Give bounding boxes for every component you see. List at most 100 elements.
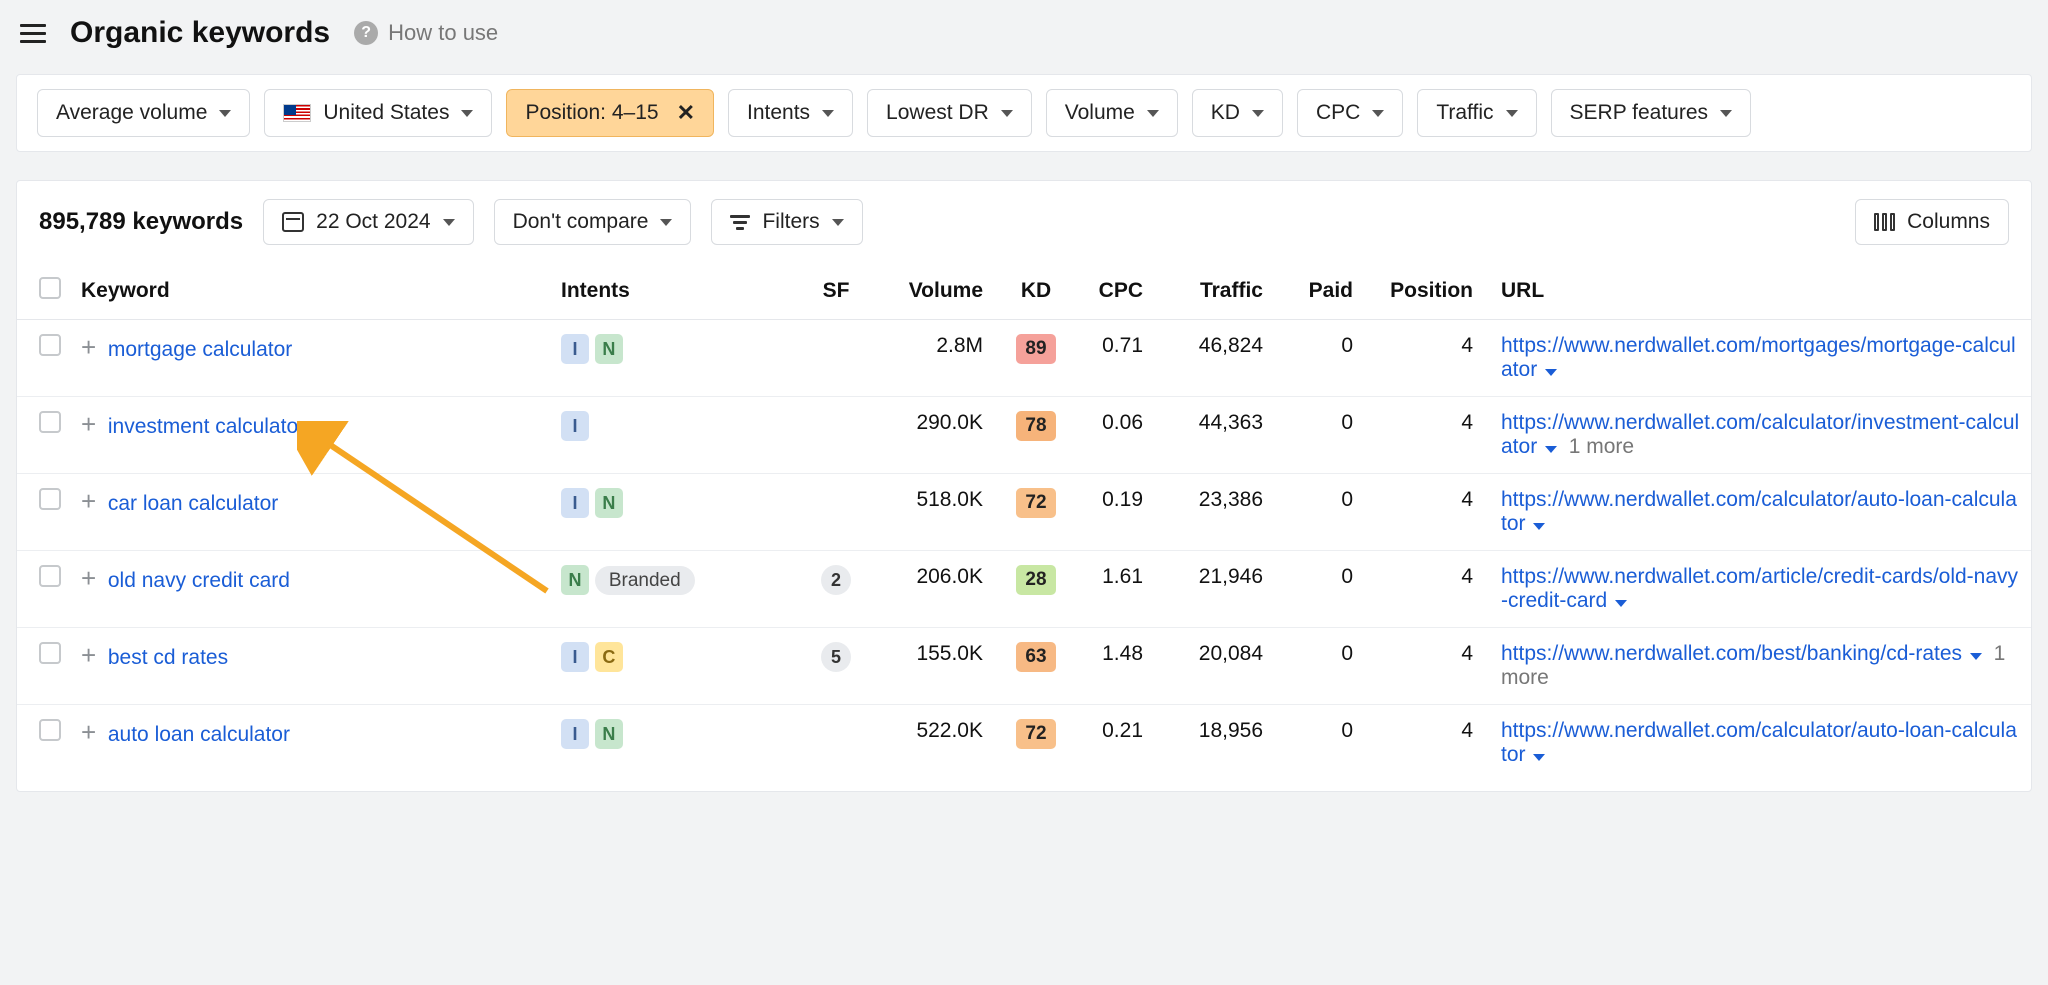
volume-cell: 2.8M: [871, 320, 1001, 397]
filter-kd[interactable]: KD: [1192, 89, 1283, 137]
chevron-down-icon: [1147, 110, 1159, 117]
col-kd[interactable]: KD: [1001, 263, 1071, 320]
columns-icon: [1874, 213, 1895, 231]
filter-icon: [730, 215, 750, 230]
col-volume[interactable]: Volume: [871, 263, 1001, 320]
row-checkbox[interactable]: [39, 642, 61, 664]
kd-badge: 28: [1016, 565, 1056, 595]
more-urls[interactable]: 1 more: [1569, 435, 1634, 458]
volume-cell: 290.0K: [871, 397, 1001, 474]
expand-icon[interactable]: +: [81, 640, 96, 670]
position-cell: 4: [1371, 705, 1491, 782]
cpc-cell: 1.61: [1071, 551, 1161, 628]
row-checkbox[interactable]: [39, 488, 61, 510]
chevron-down-icon: [219, 110, 231, 117]
table-row: + car loan calculatorI N 518.0K720.1923,…: [17, 474, 2031, 551]
col-cpc[interactable]: CPC: [1071, 263, 1161, 320]
url-link[interactable]: https://www.nerdwallet.com/best/banking/…: [1501, 642, 1962, 665]
filter-average-volume[interactable]: Average volume: [37, 89, 250, 137]
col-intents[interactable]: Intents: [551, 263, 801, 320]
col-paid[interactable]: Paid: [1281, 263, 1371, 320]
volume-cell: 206.0K: [871, 551, 1001, 628]
filter-intents[interactable]: Intents: [728, 89, 853, 137]
traffic-cell: 23,386: [1161, 474, 1281, 551]
chevron-down-icon[interactable]: [1533, 523, 1545, 530]
intent-badge: I: [561, 411, 589, 441]
chevron-down-icon[interactable]: [1545, 446, 1557, 453]
compare-dropdown[interactable]: Don't compare: [494, 199, 692, 245]
expand-icon[interactable]: +: [81, 563, 96, 593]
col-position[interactable]: Position: [1371, 263, 1491, 320]
branded-tag: Branded: [595, 566, 695, 595]
traffic-cell: 46,824: [1161, 320, 1281, 397]
keyword-link[interactable]: best cd rates: [108, 646, 228, 669]
columns-button[interactable]: Columns: [1855, 199, 2009, 245]
page-title: Organic keywords: [70, 16, 330, 50]
expand-icon[interactable]: +: [81, 332, 96, 362]
select-all-checkbox[interactable]: [39, 277, 61, 299]
chevron-down-icon: [461, 110, 473, 117]
chevron-down-icon: [1001, 110, 1013, 117]
chevron-down-icon: [1252, 110, 1264, 117]
table-row: + auto loan calculatorI N 522.0K720.2118…: [17, 705, 2031, 782]
filter-serp-features[interactable]: SERP features: [1551, 89, 1752, 137]
kd-badge: 72: [1016, 719, 1056, 749]
filters-button[interactable]: Filters: [711, 199, 862, 245]
volume-cell: 518.0K: [871, 474, 1001, 551]
chevron-down-icon[interactable]: [1970, 653, 1982, 660]
keyword-link[interactable]: investment calculator: [108, 415, 305, 438]
position-cell: 4: [1371, 628, 1491, 705]
expand-icon[interactable]: +: [81, 486, 96, 516]
volume-cell: 155.0K: [871, 628, 1001, 705]
cpc-cell: 0.06: [1071, 397, 1161, 474]
filter-volume[interactable]: Volume: [1046, 89, 1178, 137]
expand-icon[interactable]: +: [81, 717, 96, 747]
url-link[interactable]: https://www.nerdwallet.com/calculator/au…: [1501, 488, 2017, 535]
sf-count[interactable]: 5: [821, 642, 851, 672]
results-panel: 895,789 keywords 22 Oct 2024 Don't compa…: [16, 180, 2032, 792]
chevron-down-icon[interactable]: [1615, 600, 1627, 607]
row-checkbox[interactable]: [39, 719, 61, 741]
url-link[interactable]: https://www.nerdwallet.com/calculator/au…: [1501, 719, 2017, 766]
how-to-use-link[interactable]: ? How to use: [354, 20, 498, 46]
col-traffic[interactable]: Traffic: [1161, 263, 1281, 320]
filter-cpc[interactable]: CPC: [1297, 89, 1403, 137]
intent-badge: C: [595, 642, 623, 672]
url-link[interactable]: https://www.nerdwallet.com/article/credi…: [1501, 565, 2018, 612]
intent-badge: N: [595, 719, 623, 749]
keyword-link[interactable]: auto loan calculator: [108, 723, 290, 746]
position-cell: 4: [1371, 397, 1491, 474]
traffic-cell: 20,084: [1161, 628, 1281, 705]
col-sf[interactable]: SF: [801, 263, 871, 320]
filter-traffic[interactable]: Traffic: [1417, 89, 1536, 137]
sf-count[interactable]: 2: [821, 565, 851, 595]
expand-icon[interactable]: +: [81, 409, 96, 439]
keyword-link[interactable]: mortgage calculator: [108, 338, 292, 361]
filter-lowest-dr[interactable]: Lowest DR: [867, 89, 1032, 137]
row-checkbox[interactable]: [39, 565, 61, 587]
close-icon[interactable]: ✕: [677, 100, 695, 126]
paid-cell: 0: [1281, 474, 1371, 551]
traffic-cell: 18,956: [1161, 705, 1281, 782]
url-link[interactable]: https://www.nerdwallet.com/mortgages/mor…: [1501, 334, 2016, 381]
cpc-cell: 0.71: [1071, 320, 1161, 397]
keyword-link[interactable]: car loan calculator: [108, 492, 278, 515]
position-cell: 4: [1371, 320, 1491, 397]
intent-badge: I: [561, 642, 589, 672]
intent-badge: I: [561, 488, 589, 518]
row-checkbox[interactable]: [39, 334, 61, 356]
hamburger-menu[interactable]: [20, 24, 46, 43]
filter-position-active[interactable]: Position: 4–15 ✕: [506, 89, 714, 137]
row-checkbox[interactable]: [39, 411, 61, 433]
date-picker[interactable]: 22 Oct 2024: [263, 199, 473, 245]
col-url[interactable]: URL: [1491, 263, 2031, 320]
col-keyword[interactable]: Keyword: [71, 263, 551, 320]
chevron-down-icon[interactable]: [1533, 754, 1545, 761]
chevron-down-icon: [1506, 110, 1518, 117]
filter-country[interactable]: United States: [264, 89, 492, 137]
position-cell: 4: [1371, 551, 1491, 628]
keyword-link[interactable]: old navy credit card: [108, 569, 290, 592]
chevron-down-icon: [832, 219, 844, 226]
chevron-down-icon: [1372, 110, 1384, 117]
chevron-down-icon[interactable]: [1545, 369, 1557, 376]
